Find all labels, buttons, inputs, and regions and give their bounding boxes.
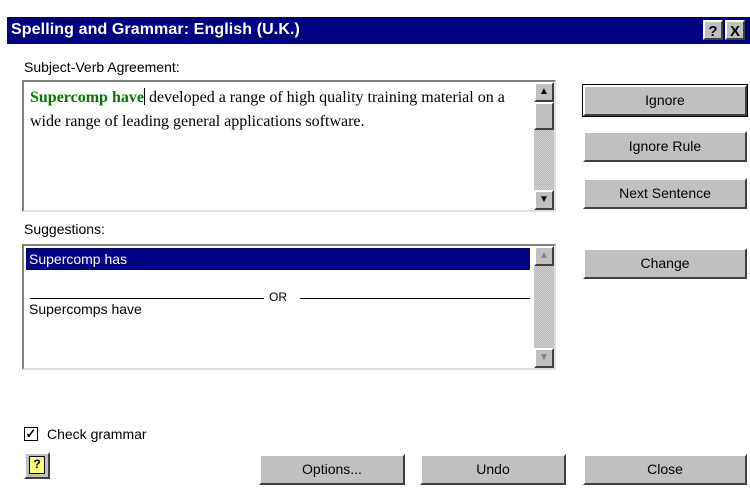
- suggestions-label: Suggestions:: [24, 221, 105, 237]
- ignore-rule-button[interactable]: Ignore Rule: [583, 131, 747, 162]
- sentence-scrollbar[interactable]: ▲ ▼: [534, 82, 554, 210]
- suggestion-item[interactable]: Supercomp has: [26, 248, 530, 270]
- close-button[interactable]: Close: [583, 454, 747, 485]
- undo-button[interactable]: Undo: [420, 454, 566, 485]
- scroll-down-arrow-icon[interactable]: ▼: [534, 190, 554, 210]
- help-button[interactable]: ?: [24, 452, 50, 479]
- scroll-down-arrow-icon[interactable]: ▼: [534, 348, 554, 368]
- error-highlight: Supercomp have: [30, 89, 144, 106]
- ignore-button[interactable]: Ignore: [582, 84, 748, 117]
- help-icon: ?: [29, 456, 45, 474]
- close-window-button[interactable]: X: [725, 20, 745, 40]
- suggestion-item[interactable]: Supercomps have: [26, 298, 530, 320]
- spelling-grammar-dialog: Spelling and Grammar: English (U.K.) ? X…: [0, 0, 750, 498]
- scroll-up-arrow-icon[interactable]: ▲: [534, 82, 554, 102]
- suggestions-scrollbar[interactable]: ▲ ▼: [534, 246, 554, 368]
- scroll-thumb[interactable]: [534, 102, 554, 130]
- next-sentence-button[interactable]: Next Sentence: [583, 178, 747, 209]
- options-button[interactable]: Options...: [259, 454, 405, 485]
- change-button[interactable]: Change: [583, 248, 747, 279]
- check-grammar-label[interactable]: Check grammar: [47, 426, 147, 442]
- suggestions-list[interactable]: Supercomp has OR Supercomps have ▲ ▼: [22, 244, 556, 370]
- title-bar: Spelling and Grammar: English (U.K.) ? X: [7, 17, 750, 44]
- context-help-button[interactable]: ?: [703, 20, 723, 40]
- issue-label: Subject-Verb Agreement:: [24, 59, 180, 75]
- sentence-box[interactable]: Supercomp have developed a range of high…: [22, 80, 556, 212]
- window-title: Spelling and Grammar: English (U.K.): [11, 21, 300, 38]
- check-grammar-checkbox[interactable]: ✓: [24, 427, 38, 441]
- sentence-text: Supercomp have developed a range of high…: [30, 86, 530, 134]
- scroll-up-arrow-icon[interactable]: ▲: [534, 246, 554, 266]
